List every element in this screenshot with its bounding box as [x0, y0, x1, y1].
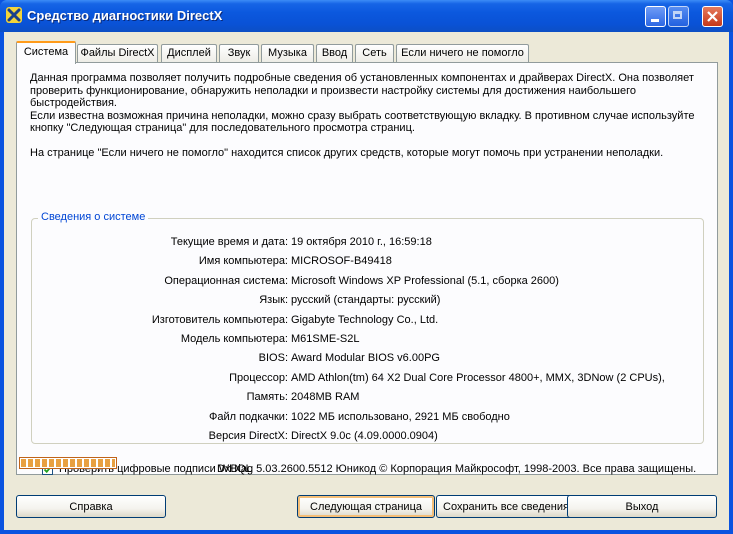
tab-music[interactable]: Музыка — [261, 44, 314, 63]
intro-paragraph: На странице "Если ничего не помогло" нах… — [30, 146, 664, 159]
info-row: Процессор: AMD Athlon(tm) 64 X2 Dual Core… — [32, 372, 705, 386]
info-label: Файл подкачки: — [208, 410, 288, 423]
info-row: Файл подкачки: 1022 МБ использовано, 2921… — [32, 411, 705, 425]
tab-network[interactable]: Сеть — [355, 44, 394, 63]
progress-bar — [19, 457, 117, 469]
info-label: Имя компьютера: — [198, 255, 288, 268]
info-label: Процессор: — [229, 371, 288, 384]
group-title: Сведения о системе — [38, 211, 149, 223]
info-row: Версия DirectX: DirectX 9.0c (4.09.0000.0… — [32, 430, 705, 444]
info-row: Операционная система: Microsoft Windows X… — [32, 275, 705, 289]
info-label: Модель компьютера: — [180, 333, 288, 345]
info-value: DirectX 9.0c (4.09.0000.0904) — [291, 430, 438, 442]
info-row: Язык: русский (стандарты: русский) — [32, 294, 705, 308]
info-value: 1022 МБ использовано, 2921 МБ свободно — [291, 410, 510, 423]
client-area: Система Файлы DirectX Дисплей Звук Музык… — [4, 32, 729, 530]
info-row: Текущие время и дата: 19 октября 2010 г.,… — [32, 236, 705, 250]
window-title: Средство диагностики DirectX — [27, 8, 223, 23]
info-label: Память: — [246, 391, 288, 404]
info-value: Microsoft Windows XP Professional (5.1, … — [291, 274, 559, 287]
tab-panel-system: Данная программа позволяет получить подр… — [16, 62, 718, 475]
info-row: BIOS: Award Modular BIOS v6.00PG — [32, 352, 705, 366]
info-label: Язык: — [259, 294, 288, 307]
dxdiag-window: Средство диагностики DirectX Система Фай… — [0, 0, 733, 534]
info-row: Модель компьютера: M61SME-S2L — [32, 333, 705, 347]
close-icon[interactable] — [702, 6, 723, 27]
info-value: русский (стандарты: русский) — [291, 294, 441, 307]
save-all-info-button[interactable]: Сохранить все сведения... — [436, 495, 578, 518]
copyright-text: DxDiag 5.03.2600.5512 Юникод © Корпораци… — [217, 463, 697, 475]
title-bar[interactable]: Средство диагностики DirectX — [0, 0, 733, 32]
info-label: Текущие время и дата: — [170, 236, 288, 248]
info-value: Gigabyte Technology Co., Ltd. — [291, 313, 439, 326]
tab-system[interactable]: Система — [16, 41, 76, 64]
exit-button[interactable]: Выход — [567, 495, 717, 518]
info-value: MICROSOF-B49418 — [291, 255, 392, 268]
intro-text: Данная программа позволяет получить подр… — [30, 72, 710, 159]
info-row: Имя компьютера: MICROSOF-B49418 — [32, 255, 705, 269]
info-row: Память: 2048MB RAM — [32, 391, 705, 405]
info-value: Award Modular BIOS v6.00PG — [291, 352, 440, 365]
info-label: Операционная система: — [164, 274, 288, 287]
tab-input[interactable]: Ввод — [316, 44, 353, 63]
info-label: Изготовитель компьютера: — [151, 313, 288, 326]
tab-more-help[interactable]: Если ничего не помогло — [396, 44, 529, 63]
info-value: M61SME-S2L — [291, 333, 360, 345]
info-value: 2048MB RAM — [291, 391, 360, 404]
info-value: 19 октября 2010 г., 16:59:18 — [291, 236, 432, 248]
info-label: BIOS: — [258, 352, 288, 365]
next-page-button[interactable]: Следующая страница — [297, 495, 435, 518]
info-label: Версия DirectX: — [208, 430, 288, 442]
tab-directx-files[interactable]: Файлы DirectX — [77, 44, 158, 63]
info-row: Изготовитель компьютера: Gigabyte Technol… — [32, 314, 705, 328]
info-value: AMD Athlon(tm) 64 X2 Dual Core Processor… — [291, 371, 665, 384]
tab-display[interactable]: Дисплей — [161, 44, 217, 63]
directx-icon — [6, 7, 22, 23]
minimize-icon[interactable] — [645, 6, 666, 27]
progress-fill — [21, 459, 115, 467]
system-info-group: Сведения о системе Текущие время и дата:… — [31, 211, 705, 475]
intro-paragraph: Если известна возможная причина неполадк… — [30, 109, 695, 135]
tab-sound[interactable]: Звук — [219, 44, 259, 63]
maximize-icon[interactable] — [668, 6, 689, 27]
intro-paragraph: Данная программа позволяет получить подр… — [30, 72, 694, 109]
help-button[interactable]: Справка — [16, 495, 166, 518]
